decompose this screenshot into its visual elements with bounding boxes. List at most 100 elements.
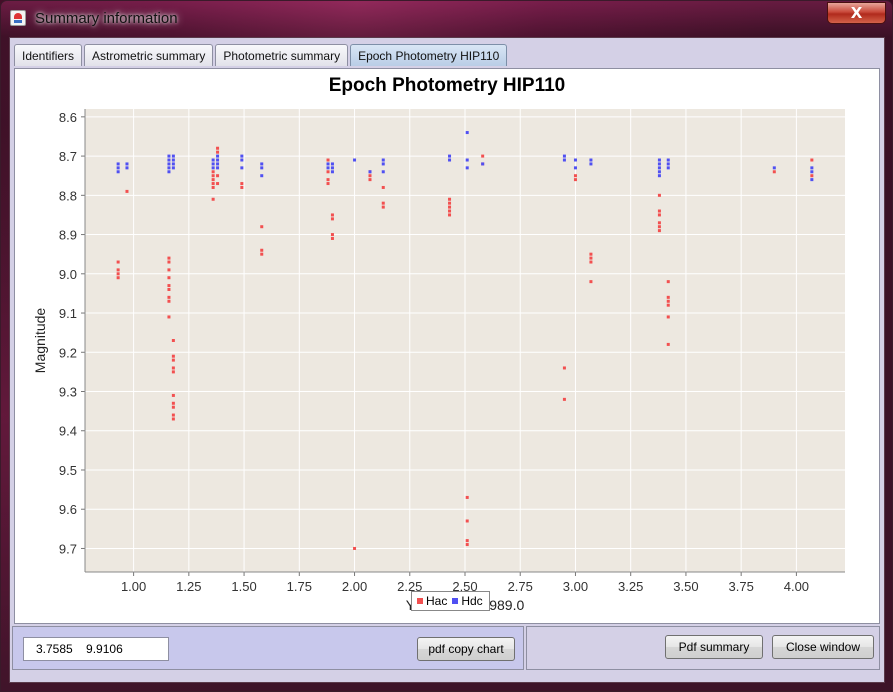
data-point-hac bbox=[211, 185, 215, 189]
data-point-hdc bbox=[211, 166, 215, 170]
data-point-hdc bbox=[326, 166, 330, 170]
legend-label-hac: Hac bbox=[426, 594, 448, 608]
data-point-hdc bbox=[171, 158, 175, 162]
data-point-hac bbox=[211, 197, 215, 201]
data-point-hac bbox=[216, 146, 220, 150]
data-point-hdc bbox=[330, 162, 334, 166]
data-point-hac bbox=[666, 299, 670, 303]
tab-photometric-summary[interactable]: Photometric summary bbox=[215, 44, 349, 66]
data-point-hdc bbox=[448, 158, 452, 162]
data-point-hac bbox=[326, 158, 330, 162]
data-point-hac bbox=[167, 276, 171, 280]
legend-label-hdc: Hdc bbox=[461, 594, 483, 608]
data-point-hdc bbox=[167, 170, 171, 174]
data-point-hac bbox=[666, 315, 670, 319]
data-point-hac bbox=[666, 303, 670, 307]
data-point-hdc bbox=[216, 158, 220, 162]
data-point-hdc bbox=[125, 162, 129, 166]
data-point-hdc bbox=[573, 166, 577, 170]
x-tick-label: 4.00 bbox=[784, 579, 809, 594]
data-point-hac bbox=[448, 209, 452, 213]
data-point-hdc bbox=[167, 158, 171, 162]
epoch-photometry-chart[interactable]: 1.00 1.25 1.50 1.75 2.00 2.25 2.50 2.75 3.00 3.25… bbox=[15, 69, 879, 623]
data-point-hac bbox=[657, 209, 661, 213]
data-point-hac bbox=[353, 546, 357, 550]
tab-epoch-photometry[interactable]: Epoch Photometry HIP110 bbox=[350, 44, 508, 66]
y-tick-label: 8.7 bbox=[59, 149, 77, 164]
chart-panel: Epoch Photometry HIP110 1.00 1.25 1.50 1.75… bbox=[14, 68, 880, 624]
data-point-hdc bbox=[167, 154, 171, 158]
data-point-hac bbox=[167, 268, 171, 272]
data-point-hac bbox=[657, 221, 661, 225]
data-point-hac bbox=[448, 205, 452, 209]
data-point-hac bbox=[465, 519, 469, 523]
data-point-hac bbox=[171, 401, 175, 405]
data-point-hac bbox=[589, 280, 593, 284]
data-point-hdc bbox=[260, 166, 264, 170]
data-point-hac bbox=[657, 213, 661, 217]
data-point-hdc bbox=[657, 162, 661, 166]
data-point-hdc bbox=[810, 170, 814, 174]
x-tick-label: 3.25 bbox=[618, 579, 643, 594]
data-point-hdc bbox=[465, 131, 469, 135]
data-point-hdc bbox=[657, 166, 661, 170]
data-point-hdc bbox=[260, 162, 264, 166]
data-point-hdc bbox=[381, 158, 385, 162]
data-point-hdc bbox=[125, 166, 129, 170]
y-tick-label: 9.7 bbox=[59, 541, 77, 556]
close-window-button[interactable]: Close window bbox=[772, 635, 874, 659]
pdf-copy-chart-button[interactable]: pdf copy chart bbox=[417, 637, 515, 661]
data-point-hac bbox=[330, 236, 334, 240]
data-point-hac bbox=[666, 280, 670, 284]
data-point-hdc bbox=[666, 158, 670, 162]
data-point-hdc bbox=[465, 158, 469, 162]
data-point-hac bbox=[260, 225, 264, 229]
y-tick-label: 8.8 bbox=[59, 188, 77, 203]
y-tick-label: 9.2 bbox=[59, 345, 77, 360]
legend-swatch-hac bbox=[417, 598, 423, 604]
pdf-summary-button[interactable]: Pdf summary bbox=[665, 635, 763, 659]
data-point-hac bbox=[330, 233, 334, 237]
tab-bar: Identifiers Astrometric summary Photomet… bbox=[14, 44, 509, 68]
data-point-hac bbox=[368, 174, 372, 178]
data-point-hac bbox=[211, 174, 215, 178]
data-point-hdc bbox=[657, 170, 661, 174]
x-tick-label: 3.00 bbox=[563, 579, 588, 594]
cursor-coordinate-field[interactable]: 3.7585 9.9106 bbox=[23, 637, 169, 661]
data-point-hdc bbox=[167, 166, 171, 170]
data-point-hdc bbox=[260, 174, 264, 178]
data-point-hdc bbox=[353, 158, 357, 162]
y-tick-label: 9.4 bbox=[59, 424, 77, 439]
data-point-hdc bbox=[211, 162, 215, 166]
tab-astrometric-summary[interactable]: Astrometric summary bbox=[84, 44, 214, 66]
data-point-hac bbox=[125, 189, 129, 193]
data-point-hdc bbox=[481, 162, 485, 166]
data-point-hac bbox=[657, 193, 661, 197]
data-point-hac bbox=[211, 178, 215, 182]
data-point-hdc bbox=[326, 162, 330, 166]
y-tick-label: 9.3 bbox=[59, 385, 77, 400]
data-point-hdc bbox=[810, 178, 814, 182]
data-point-hac bbox=[326, 178, 330, 182]
data-point-hac bbox=[171, 413, 175, 417]
data-point-hdc bbox=[589, 158, 593, 162]
window-title: Summary information bbox=[35, 10, 178, 27]
data-point-hac bbox=[167, 299, 171, 303]
y-tick-label: 8.6 bbox=[59, 110, 77, 125]
data-point-hdc bbox=[216, 162, 220, 166]
tab-identifiers[interactable]: Identifiers bbox=[14, 44, 83, 66]
data-point-hac bbox=[368, 178, 372, 182]
data-point-hdc bbox=[330, 170, 334, 174]
data-point-hac bbox=[171, 354, 175, 358]
data-point-hac bbox=[260, 252, 264, 256]
data-point-hac bbox=[171, 358, 175, 362]
title-bar[interactable]: Summary information X bbox=[1, 1, 892, 37]
data-point-hdc bbox=[330, 166, 334, 170]
data-point-hdc bbox=[772, 166, 776, 170]
data-point-hac bbox=[465, 495, 469, 499]
data-point-hdc bbox=[240, 166, 244, 170]
window-close-button[interactable]: X bbox=[827, 2, 886, 24]
data-point-hdc bbox=[171, 154, 175, 158]
data-point-hac bbox=[448, 213, 452, 217]
x-tick-label: 1.25 bbox=[176, 579, 201, 594]
